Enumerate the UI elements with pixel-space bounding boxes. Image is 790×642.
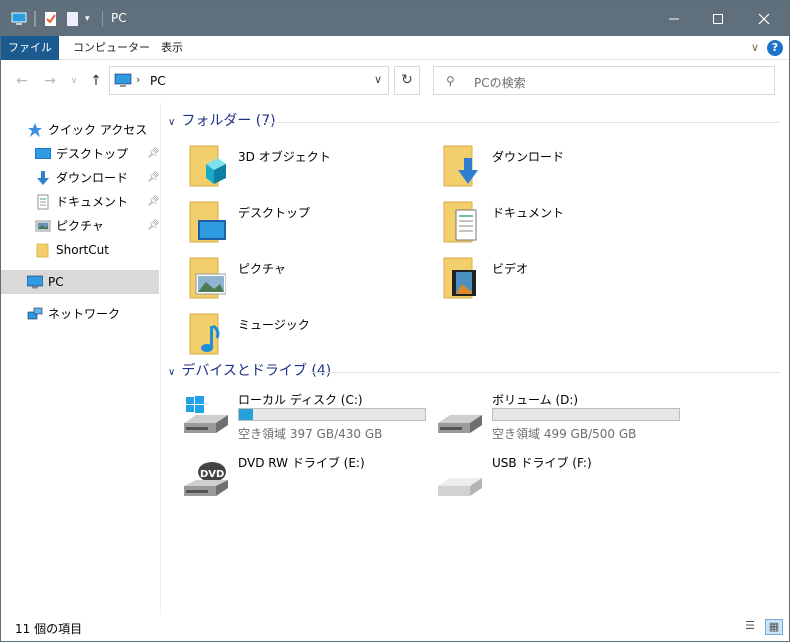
folder-tile-3d-objects[interactable]: 3D オブジェクト bbox=[166, 142, 416, 196]
hard-drive-icon bbox=[436, 395, 484, 439]
expand-ribbon-icon[interactable]: ∨ bbox=[751, 41, 759, 54]
folder-tile-documents[interactable]: ドキュメント bbox=[420, 198, 670, 252]
separator bbox=[34, 11, 36, 27]
folder-tile-videos[interactable]: ビデオ bbox=[420, 254, 670, 308]
dvd-badge: DVD bbox=[200, 469, 224, 480]
group-header-folders[interactable]: ∨ フォルダー (7) bbox=[168, 110, 276, 132]
close-button[interactable] bbox=[741, 1, 787, 36]
document-icon bbox=[35, 194, 51, 210]
group-divider bbox=[310, 372, 780, 373]
sidebar-item-downloads[interactable]: ダウンロード 📌︎ bbox=[1, 166, 161, 190]
address-text: PC bbox=[150, 74, 166, 88]
chevron-right-icon[interactable]: › bbox=[136, 73, 140, 86]
group-header-devices[interactable]: ∨ デバイスとドライブ (4) bbox=[168, 360, 331, 382]
tab-computer[interactable]: コンピューター bbox=[73, 36, 150, 60]
window-title: PC bbox=[111, 11, 127, 25]
desktop-folder-icon bbox=[186, 198, 226, 246]
network-icon bbox=[27, 306, 43, 322]
content-pane: ∨ フォルダー (7) 3D オブジェクト ダウンロード デスクトップ ドキュメ… bbox=[162, 102, 789, 614]
videos-folder-icon bbox=[440, 254, 480, 302]
title-bar: ▾ PC bbox=[1, 1, 789, 36]
tiles-view-icon[interactable]: ▦ bbox=[765, 619, 783, 635]
explorer-window: ▾ PC ファイル コンピューター 表示 ∨ ? ← → ∨ ↑ › PC ∨ … bbox=[0, 0, 790, 642]
minimize-button[interactable] bbox=[651, 1, 697, 36]
search-placeholder: PCの検索 bbox=[474, 76, 526, 90]
tab-view[interactable]: 表示 bbox=[161, 36, 183, 60]
sidebar-item-desktop[interactable]: デスクトップ 📌︎ bbox=[1, 142, 161, 166]
folder-tile-downloads[interactable]: ダウンロード bbox=[420, 142, 670, 196]
forward-button[interactable]: → bbox=[41, 72, 59, 90]
sidebar-item-documents[interactable]: ドキュメント 📌︎ bbox=[1, 190, 161, 214]
pin-icon[interactable]: 📌︎ bbox=[147, 190, 160, 214]
recent-locations-button[interactable]: ∨ bbox=[65, 72, 83, 90]
desktop-icon bbox=[35, 146, 51, 162]
sidebar-item-quick-access[interactable]: クイック アクセス bbox=[1, 118, 161, 142]
usage-bar-d bbox=[492, 408, 680, 421]
downloads-folder-icon bbox=[440, 142, 480, 190]
pin-icon[interactable]: 📌︎ bbox=[147, 142, 160, 166]
folder-tile-desktop[interactable]: デスクトップ bbox=[166, 198, 416, 252]
folder-icon bbox=[35, 242, 51, 258]
chevron-down-icon[interactable]: ∨ bbox=[374, 73, 382, 86]
sidebar-item-pc[interactable]: PC bbox=[1, 270, 159, 294]
refresh-button[interactable]: ↻ bbox=[394, 66, 420, 95]
3d-objects-folder-icon bbox=[186, 142, 226, 190]
dvd-drive-icon: DVD bbox=[182, 458, 230, 502]
picture-icon bbox=[35, 218, 51, 234]
group-divider bbox=[264, 122, 780, 123]
help-icon[interactable]: ? bbox=[767, 40, 783, 56]
up-button[interactable]: ↑ bbox=[87, 72, 105, 90]
drive-tile-f[interactable]: USB ドライブ (F:) bbox=[420, 454, 670, 510]
details-view-icon[interactable]: ☰ bbox=[741, 619, 759, 635]
windows-drive-icon bbox=[182, 395, 230, 439]
drive-tile-e[interactable]: DVD DVD RW ドライブ (E:) bbox=[166, 454, 416, 510]
pictures-folder-icon bbox=[186, 254, 227, 302]
star-icon bbox=[27, 122, 43, 138]
folder-tile-music[interactable]: ミュージック bbox=[166, 310, 416, 364]
maximize-button[interactable] bbox=[695, 1, 741, 36]
chevron-down-icon[interactable]: ∨ bbox=[168, 112, 175, 134]
search-icon: ⚲ bbox=[446, 74, 455, 88]
download-icon bbox=[35, 170, 51, 186]
address-bar[interactable]: › PC ∨ bbox=[109, 66, 389, 95]
ribbon: ファイル コンピューター 表示 ∨ ? bbox=[1, 36, 789, 60]
drive-tile-c[interactable]: ローカル ディスク (C:) 空き領域 397 GB/430 GB bbox=[166, 391, 426, 447]
pc-icon bbox=[114, 73, 132, 92]
customize-toolbar-icon[interactable]: ▾ bbox=[85, 11, 101, 27]
chevron-down-icon[interactable]: ∨ bbox=[168, 362, 175, 384]
separator bbox=[102, 11, 103, 27]
music-folder-icon bbox=[186, 310, 226, 358]
drive-tile-d[interactable]: ボリューム (D:) 空き領域 499 GB/500 GB bbox=[420, 391, 680, 447]
navigation-pane: クイック アクセス デスクトップ 📌︎ ダウンロード 📌︎ ドキュメント 📌︎ bbox=[1, 102, 161, 614]
item-count: 11 個の項目 bbox=[15, 622, 83, 636]
properties-icon[interactable] bbox=[43, 11, 59, 27]
back-button[interactable]: ← bbox=[13, 72, 31, 90]
sidebar-item-shortcut[interactable]: ShortCut bbox=[1, 238, 161, 262]
sidebar-item-pictures[interactable]: ピクチャ 📌︎ bbox=[1, 214, 161, 238]
search-input[interactable]: ⚲ PCの検索 bbox=[433, 66, 775, 95]
usb-drive-icon bbox=[436, 458, 484, 502]
pin-icon[interactable]: 📌︎ bbox=[147, 214, 160, 238]
pc-icon bbox=[26, 274, 44, 290]
usage-bar-fill bbox=[239, 409, 253, 420]
usage-bar-c bbox=[238, 408, 426, 421]
status-bar: 11 個の項目 ☰ ▦ bbox=[1, 614, 789, 641]
new-folder-icon[interactable] bbox=[65, 11, 81, 27]
documents-folder-icon bbox=[440, 198, 480, 246]
pc-icon[interactable] bbox=[11, 11, 27, 27]
tab-file[interactable]: ファイル bbox=[1, 36, 59, 60]
pin-icon[interactable]: 📌︎ bbox=[147, 166, 160, 190]
folder-tile-pictures[interactable]: ピクチャ bbox=[166, 254, 416, 308]
sidebar-item-network[interactable]: ネットワーク bbox=[1, 302, 161, 326]
navigation-bar: ← → ∨ ↑ › PC ∨ ↻ ⚲ PCの検索 bbox=[1, 60, 789, 102]
